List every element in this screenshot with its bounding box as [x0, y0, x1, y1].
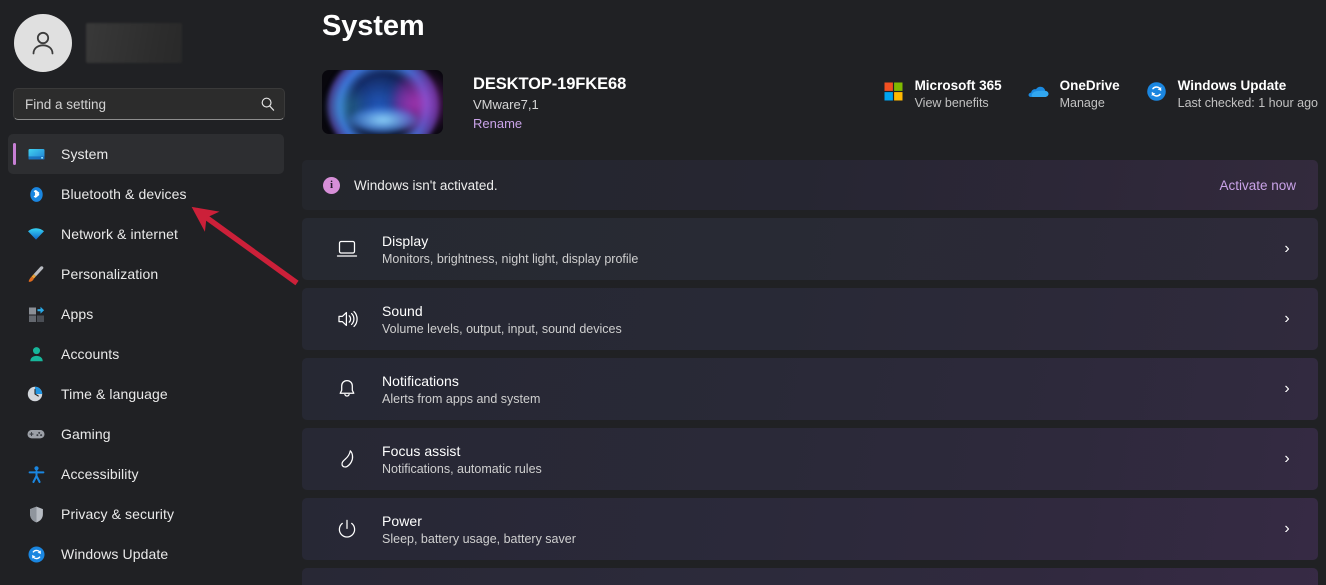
- card-title: Power: [382, 512, 422, 529]
- sidebar-item-label: Gaming: [61, 426, 111, 442]
- settings-card-partial[interactable]: [302, 568, 1318, 585]
- settings-card-focus-assist[interactable]: Focus assist Notifications, automatic ru…: [302, 428, 1318, 490]
- moon-icon: [332, 444, 362, 474]
- status-shortcuts: Microsoft 365 View benefits OneDrive Man…: [857, 78, 1318, 110]
- settings-window: System Bluetooth & devices: [0, 0, 1326, 585]
- selection-indicator: [13, 143, 16, 165]
- card-title: Focus assist: [382, 442, 461, 459]
- card-subtitle: Monitors, brightness, night light, displ…: [382, 251, 639, 266]
- page-title: System: [322, 10, 425, 42]
- settings-card-power[interactable]: Power Sleep, battery usage, battery save…: [302, 498, 1318, 560]
- status-subtitle[interactable]: Manage: [1060, 96, 1120, 110]
- rename-link[interactable]: Rename: [473, 116, 522, 131]
- card-subtitle: Notifications, automatic rules: [382, 461, 542, 476]
- search-container: [13, 88, 287, 120]
- chevron-right-icon[interactable]: ›: [1278, 240, 1296, 258]
- bluetooth-icon: [26, 184, 46, 204]
- card-subtitle: Alerts from apps and system: [382, 391, 541, 406]
- activation-banner: i Windows isn't activated. Activate now: [302, 160, 1318, 210]
- sidebar-item-label: Accounts: [61, 346, 120, 362]
- status-shortcut-windows-update[interactable]: Windows Update Last checked: 1 hour ago: [1146, 78, 1318, 110]
- device-model: VMware7,1: [473, 97, 539, 112]
- sidebar-item-accessibility[interactable]: Accessibility: [8, 454, 284, 494]
- chevron-right-icon[interactable]: ›: [1278, 380, 1296, 398]
- card-subtitle: Sleep, battery usage, battery saver: [382, 531, 576, 546]
- status-subtitle[interactable]: Last checked: 1 hour ago: [1178, 96, 1318, 110]
- status-title: OneDrive: [1059, 78, 1120, 93]
- main-content: System DESKTOP-19FKE68 VMware7,1 Rename: [300, 0, 1326, 585]
- account-name-redacted: [86, 23, 182, 63]
- accessibility-icon: [26, 464, 46, 484]
- onedrive-cloud-icon: [1028, 80, 1050, 102]
- sidebar-item-system[interactable]: System: [8, 134, 284, 174]
- sidebar-item-windows-update[interactable]: Windows Update: [8, 534, 284, 574]
- sidebar-item-label: Privacy & security: [61, 506, 175, 522]
- status-shortcut-onedrive[interactable]: OneDrive Manage: [1028, 78, 1120, 110]
- clock-icon: [26, 384, 46, 404]
- speaker-icon: [332, 304, 362, 334]
- card-subtitle: Volume levels, output, input, sound devi…: [382, 321, 622, 336]
- sidebar-item-personalization[interactable]: Personalization: [8, 254, 284, 294]
- search-input[interactable]: [13, 88, 285, 120]
- power-icon: [332, 514, 362, 544]
- windows-bloom-wallpaper: [322, 70, 443, 134]
- card-title: Notifications: [382, 372, 459, 389]
- sidebar-item-bluetooth-devices[interactable]: Bluetooth & devices: [8, 174, 284, 214]
- sidebar-item-label: Time & language: [61, 386, 168, 402]
- update-sync-icon: [1146, 80, 1168, 102]
- search-icon[interactable]: [258, 94, 278, 114]
- status-subtitle[interactable]: View benefits: [915, 96, 1002, 110]
- sidebar-item-label: Windows Update: [61, 546, 169, 562]
- monitor-outline-icon: [332, 234, 362, 264]
- sidebar-item-label: Bluetooth & devices: [61, 186, 187, 202]
- device-name: DESKTOP-19FKE68: [473, 75, 627, 93]
- sidebar-item-apps[interactable]: Apps: [8, 294, 284, 334]
- card-title: Display: [382, 232, 429, 249]
- monitor-icon: [26, 144, 46, 164]
- sidebar-nav-list: System Bluetooth & devices Network & int…: [0, 134, 300, 574]
- sidebar-item-time-language[interactable]: Time & language: [8, 374, 284, 414]
- chevron-right-icon[interactable]: ›: [1278, 520, 1296, 538]
- settings-card-display[interactable]: Display Monitors, brightness, night ligh…: [302, 218, 1318, 280]
- sidebar-item-accounts[interactable]: Accounts: [8, 334, 284, 374]
- sidebar-item-privacy-security[interactable]: Privacy & security: [8, 494, 284, 534]
- sidebar-item-label: Accessibility: [61, 466, 139, 482]
- info-icon: i: [323, 176, 340, 194]
- navigation-sidebar: System Bluetooth & devices: [0, 0, 300, 585]
- person-icon: [26, 344, 46, 364]
- bell-icon: [332, 374, 362, 404]
- apps-icon: [26, 304, 46, 324]
- sidebar-item-label: Network & internet: [61, 226, 178, 242]
- person-avatar-icon[interactable]: [14, 14, 72, 72]
- status-title: Windows Update: [1177, 78, 1287, 93]
- sidebar-item-label: Apps: [61, 306, 94, 322]
- settings-card-notifications[interactable]: Notifications Alerts from apps and syste…: [302, 358, 1318, 420]
- device-info: DESKTOP-19FKE68 VMware7,1 Rename: [473, 70, 626, 133]
- sidebar-item-label: Personalization: [61, 266, 159, 282]
- account-header[interactable]: [0, 0, 300, 72]
- microsoft-logo-icon: [883, 80, 905, 102]
- sidebar-item-network-internet[interactable]: Network & internet: [8, 214, 284, 254]
- chevron-right-icon[interactable]: ›: [1278, 450, 1296, 468]
- settings-card-sound[interactable]: Sound Volume levels, output, input, soun…: [302, 288, 1318, 350]
- activation-message: Windows isn't activated.: [354, 177, 498, 193]
- sidebar-item-label: System: [61, 146, 109, 162]
- sidebar-item-gaming[interactable]: Gaming: [8, 414, 284, 454]
- wifi-icon: [26, 224, 46, 244]
- update-sync-icon: [26, 544, 46, 564]
- activate-now-link[interactable]: Activate now: [1219, 178, 1296, 193]
- card-title: Sound: [382, 302, 423, 319]
- chevron-right-icon[interactable]: ›: [1278, 310, 1296, 328]
- settings-list: i Windows isn't activated. Activate now …: [302, 160, 1322, 585]
- paintbrush-icon: [26, 264, 46, 284]
- status-shortcut-microsoft-365[interactable]: Microsoft 365 View benefits: [883, 78, 1002, 110]
- shield-icon: [26, 504, 46, 524]
- status-title: Microsoft 365: [914, 78, 1002, 93]
- gamepad-icon: [26, 424, 46, 444]
